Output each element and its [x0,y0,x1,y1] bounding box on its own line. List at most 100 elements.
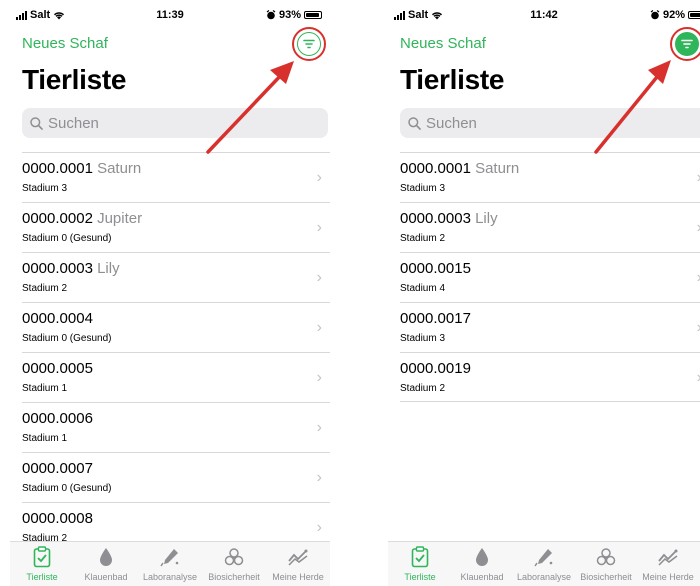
list-item[interactable]: 0000.0015 Stadium 4› [400,252,700,302]
battery-percent: 92% [662,9,685,21]
tab-label: Tierliste [404,572,436,582]
tab-label: Klauenbad [460,572,504,582]
tab-klauenbad[interactable]: Klauenbad [450,544,514,582]
animal-stage: Stadium 0 (Gesund) [22,483,112,494]
animal-id: 0000.0006 [22,410,93,427]
chevron-right-icon: › [316,219,322,236]
battery-percent: 93% [278,9,301,21]
animal-id: 0000.0001 [400,160,471,177]
animal-id: 0000.0015 [400,260,471,277]
tab-meine-herde[interactable]: Meine Herde [266,544,330,582]
clipboard-check-icon [33,546,51,568]
new-sheep-button[interactable]: Neues Schaf [22,35,108,52]
tab-tierliste[interactable]: Tierliste [388,544,452,582]
list-item[interactable]: 0000.0003 Lily Stadium 2 › [22,252,330,302]
tab-bar: Tierliste Klauenbad Laboranalyse Biosich… [10,541,330,586]
chevron-right-icon: › [316,419,322,436]
animal-id: 0000.0004 [22,310,93,327]
biohazard-icon [224,548,244,566]
clipboard-check-icon [411,546,429,568]
tab-label: Klauenbad [84,572,128,582]
search-field[interactable]: Suchen [400,108,700,138]
list-item[interactable]: 0000.0007 Stadium 0 (Gesund) › [22,452,330,502]
animal-stage: Stadium 2 [400,383,446,394]
search-placeholder: Suchen [48,114,99,132]
drop-icon [100,548,112,566]
tab-label: Biosicherheit [580,572,632,582]
tab-tierliste[interactable]: Tierliste [10,544,74,582]
animal-stage: Stadium 0 (Gesund) [22,233,112,244]
filter-icon [303,39,315,49]
animal-stage: Stadium 3 [400,183,446,194]
tab-biosicherheit[interactable]: Biosicherheit [574,544,638,582]
animal-stage: Stadium 1 [22,433,68,444]
tab-laboranalyse[interactable]: Laboranalyse [512,544,576,582]
animal-id: 0000.0003 [400,210,471,227]
screen-before-filter: Salt 11:39 93% Neues Schaf Tierliste Suc… [10,0,330,586]
page-title: Tierliste [400,64,505,95]
battery-icon [304,11,322,19]
search-placeholder: Suchen [426,114,477,132]
tab-klauenbad[interactable]: Klauenbad [74,544,138,582]
animal-stage: Stadium 3 [22,183,68,194]
animal-stage: Stadium 2 [22,283,68,294]
list-item[interactable]: 0000.0006 Stadium 1 › [22,402,330,452]
list-item[interactable]: 0000.0002 Jupiter Stadium 0 (Gesund) › [22,202,330,252]
tab-label: Meine Herde [642,572,694,582]
drop-icon [476,548,488,566]
animal-stage: Stadium 3 [400,333,446,344]
search-icon [30,116,43,130]
animal-list: 0000.0001 SaturnStadium 3› 0000.0003 Lil… [400,152,700,402]
pipette-icon [160,549,179,567]
animal-name: Jupiter [97,210,143,227]
alarm-icon [650,10,660,20]
screen-after-filter: Salt 11:42 92% Neues Schaf Tierliste Suc… [388,0,700,586]
chevron-right-icon: › [316,269,322,286]
tab-biosicherheit[interactable]: Biosicherheit [202,544,266,582]
search-field[interactable]: Suchen [22,108,328,138]
tab-meine-herde[interactable]: Meine Herde [636,544,700,582]
list-item[interactable]: 0000.0004 Stadium 0 (Gesund) › [22,302,330,352]
chevron-right-icon: › [316,169,322,186]
new-sheep-button[interactable]: Neues Schaf [400,35,486,52]
animal-id: 0000.0019 [400,360,471,377]
tab-laboranalyse[interactable]: Laboranalyse [138,544,202,582]
animal-id: 0000.0003 [22,260,93,277]
page-title: Tierliste [22,64,127,95]
animal-stage: Stadium 4 [400,283,446,294]
filter-icon [681,39,693,49]
chevron-right-icon: › [316,319,322,336]
chevron-right-icon: › [316,519,322,536]
biohazard-icon [596,548,616,566]
animal-list: 0000.0001 Saturn Stadium 3 › 0000.0002 Jup… [22,152,330,552]
tab-label: Tierliste [26,572,58,582]
animal-stage: Stadium 2 [400,233,446,244]
chart-line-icon [288,549,308,566]
status-bar: Salt 11:42 92% [388,0,700,30]
animal-id: 0000.0017 [400,310,471,327]
tab-label: Biosicherheit [208,572,260,582]
list-item[interactable]: 0000.0017 Stadium 3› [400,302,700,352]
tab-label: Laboranalyse [142,572,198,582]
alarm-icon [266,10,276,20]
animal-id: 0000.0005 [22,360,93,377]
list-item[interactable]: 0000.0005 Stadium 1 › [22,352,330,402]
chevron-right-icon: › [316,469,322,486]
list-item[interactable]: 0000.0001 SaturnStadium 3› [22,152,330,202]
status-bar: Salt 11:39 93% [10,0,330,30]
tab-label: Meine Herde [272,572,324,582]
list-item[interactable]: 0000.0001 SaturnStadium 3› [400,152,700,202]
filter-button-active[interactable] [675,32,699,56]
animal-id: 0000.0002 [22,210,93,227]
animal-name: Saturn [475,160,520,177]
tab-label: Laboranalyse [516,572,572,582]
filter-button[interactable] [297,32,321,56]
list-item[interactable]: 0000.0019 Stadium 2› [400,352,700,402]
list-item[interactable]: 0000.0003 LilyStadium 2› [400,202,700,252]
chart-line-icon [658,549,678,566]
tab-bar: Tierliste Klauenbad Laboranalyse Biosich… [388,541,700,586]
animal-id: 0000.0007 [22,460,93,477]
animal-name: Lily [97,260,120,277]
battery-icon [688,11,700,19]
animal-stage: Stadium 1 [22,383,68,394]
